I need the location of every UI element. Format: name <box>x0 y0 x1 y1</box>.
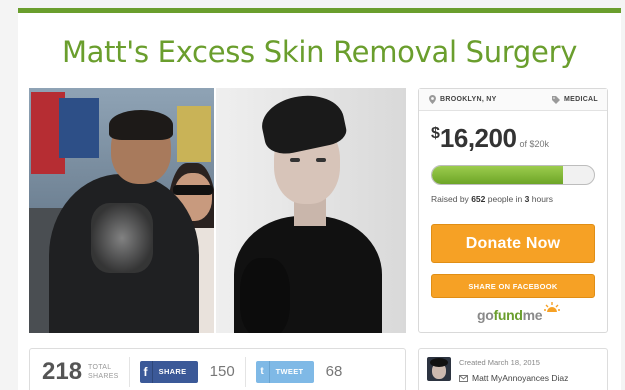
time-count: 3 <box>524 194 530 204</box>
donation-card: BROOKLYN, NY MEDICAL $ 16,200 of $20k Ra… <box>418 88 608 333</box>
tag-icon <box>552 95 560 104</box>
divider <box>244 356 246 387</box>
total-shares-label: TOTAL SHARES <box>88 363 119 380</box>
page-title: Matt's Excess Skin Removal Surgery <box>61 35 578 69</box>
amount-raised: $ 16,200 of $20k <box>431 123 549 154</box>
mail-icon <box>459 374 468 382</box>
tweet-button[interactable]: t TWEET <box>255 360 314 383</box>
raised-by-text: Raised by 652 people in 3 hours <box>431 194 554 204</box>
creator-box: Created March 18, 2015 Matt MyAnnoyances… <box>418 348 608 390</box>
campaign-photo-before[interactable] <box>29 88 214 333</box>
gofundme-logo[interactable]: gofundme <box>477 307 543 323</box>
category[interactable]: MEDICAL <box>552 95 598 104</box>
creator-contact[interactable]: Matt MyAnnoyances Diaz <box>459 373 568 383</box>
creator-name: Matt MyAnnoyances Diaz <box>472 373 569 383</box>
created-date: Created March 18, 2015 <box>459 358 540 367</box>
facebook-icon: f <box>140 360 153 383</box>
donate-now-button[interactable]: Donate Now <box>431 224 595 263</box>
divider <box>128 356 130 387</box>
share-bar: 218 TOTAL SHARES f SHARE 150 t TWEET 68 <box>29 348 406 390</box>
goal-text: of $20k <box>519 139 549 149</box>
tweet-label: TWEET <box>275 367 304 376</box>
progress-bar <box>431 165 595 185</box>
twitter-icon: t <box>256 360 270 383</box>
card-header: BROOKLYN, NY MEDICAL <box>419 89 607 111</box>
facebook-share-button[interactable]: f SHARE <box>139 360 198 383</box>
avatar[interactable] <box>427 357 451 381</box>
tweet-count: 68 <box>325 363 343 380</box>
facebook-share-count: 150 <box>209 363 235 380</box>
total-shares-count: 218 <box>42 357 83 385</box>
sun-icon <box>544 302 560 312</box>
progress-fill <box>432 166 564 184</box>
pin-icon <box>429 95 436 104</box>
amount-value: 16,200 <box>439 123 517 153</box>
campaign-page: Matt's Excess Skin Removal Surgery BROOK… <box>18 8 621 390</box>
share-on-facebook-button[interactable]: SHARE ON FACEBOOK <box>431 274 595 298</box>
location-label: BROOKLYN, NY <box>440 96 497 103</box>
category-label: MEDICAL <box>564 96 598 103</box>
people-count: 652 <box>471 194 486 204</box>
facebook-share-label: SHARE <box>158 367 187 376</box>
location[interactable]: BROOKLYN, NY <box>429 95 497 104</box>
campaign-photo-after[interactable] <box>216 88 406 333</box>
currency-symbol: $ <box>431 125 440 142</box>
